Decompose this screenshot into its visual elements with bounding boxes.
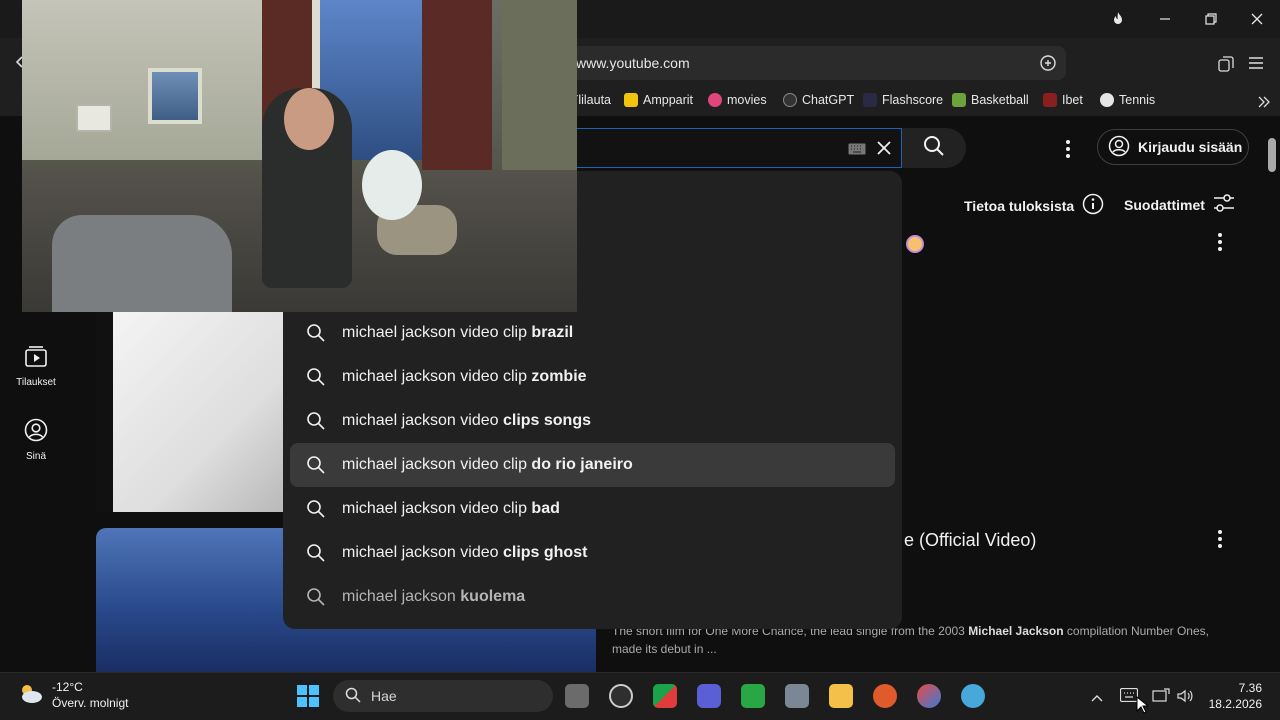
ai-chat-icon[interactable] (1039, 54, 1057, 77)
sidebar-item-subscriptions[interactable]: Tilaukset (8, 344, 64, 388)
flame-icon[interactable] (1104, 6, 1132, 32)
search-icon (290, 411, 342, 431)
suggestion-text: michael jackson video clips songs (342, 412, 591, 429)
search-icon (290, 499, 342, 519)
suggestion-text: michael jackson video clip zombie (342, 368, 587, 385)
tab-collections-icon[interactable] (1217, 55, 1235, 78)
flashscore-icon (863, 93, 877, 107)
microwave (76, 104, 112, 132)
heart-icon (708, 93, 722, 107)
plush-toy (362, 150, 422, 220)
start-button[interactable] (296, 684, 320, 713)
search-icon (290, 455, 342, 475)
filters-button[interactable]: Suodattimet (1124, 193, 1235, 216)
weather-desc: Överv. molnigt (52, 696, 129, 710)
media-player-icon[interactable] (697, 684, 721, 708)
search-suggestion[interactable]: michael jackson kuolema (290, 575, 895, 619)
signin-label: Kirjaudu sisään (1138, 139, 1243, 155)
basketball-icon (952, 93, 966, 107)
network-icon[interactable] (1152, 688, 1170, 709)
page-scrollbar[interactable] (1264, 118, 1280, 672)
suggestion-text: michael jackson kuolema (342, 588, 526, 605)
app-icon-green-red[interactable] (653, 684, 677, 708)
bookmark-basketball[interactable]: Basketball (952, 93, 1029, 107)
clock[interactable]: 7.36 18.2.2026 (1200, 680, 1262, 712)
search-icon (345, 687, 361, 706)
suggestion-text: michael jackson video clip brazil (342, 324, 574, 341)
signin-button[interactable]: Kirjaudu sisään (1097, 129, 1249, 165)
search-icon (290, 587, 342, 607)
suggestion-text: michael jackson video clip do rio janeir… (342, 456, 633, 473)
info-icon (1082, 193, 1104, 218)
clear-search-icon[interactable] (876, 140, 892, 161)
file-explorer-icon[interactable] (829, 684, 853, 708)
bookmark-tennis[interactable]: Tennis (1100, 93, 1155, 107)
search-suggestion[interactable]: michael jackson video clip bad (290, 487, 895, 531)
cloud-sun-icon (16, 681, 44, 710)
bookmark-chatgpt[interactable]: ChatGPT (783, 93, 854, 107)
task-view-icon[interactable] (565, 684, 589, 708)
taskbar (0, 672, 1280, 720)
close-window-button[interactable] (1243, 6, 1271, 32)
taskbar-search[interactable]: Hae (333, 680, 553, 712)
mouse-cursor-icon (1136, 695, 1150, 719)
menu-icon[interactable] (1248, 56, 1264, 75)
window (148, 68, 202, 124)
bookmark-ibet[interactable]: Ibet (1043, 93, 1083, 107)
search-suggestion[interactable]: michael jackson video clip do rio janeir… (290, 443, 895, 487)
search-icon (923, 135, 945, 162)
search-suggestion[interactable]: michael jackson video clip brazil (290, 311, 895, 355)
obs-icon[interactable] (609, 684, 633, 708)
search-input[interactable] (560, 128, 902, 168)
ibet-icon (1043, 93, 1057, 107)
search-suggestion[interactable]: michael jackson video clips ghost (290, 531, 895, 575)
results-info-button[interactable]: Tietoa tuloksista (964, 193, 1104, 218)
weather-temp: -12°C (52, 680, 83, 694)
scrollbar-thumb[interactable] (1268, 138, 1276, 172)
weather-widget[interactable]: -12°C Överv. molnigt (16, 679, 128, 711)
sidebar-item-you[interactable]: Sinä (8, 418, 64, 462)
search-icon (290, 323, 342, 343)
restore-button[interactable] (1197, 6, 1225, 32)
tennis-icon (1100, 93, 1114, 107)
subscriptions-icon (24, 344, 48, 371)
more-bookmarks-icon[interactable] (1257, 95, 1271, 114)
search-icon (290, 367, 342, 387)
volume-icon[interactable] (1176, 688, 1194, 709)
settings-kebab-icon[interactable] (1065, 140, 1071, 158)
tray-chevron-icon[interactable] (1090, 690, 1104, 708)
user-icon (24, 418, 48, 445)
date: 18.2.2026 (1208, 697, 1262, 711)
video-menu-icon[interactable] (1217, 233, 1223, 251)
minimize-button[interactable] (1151, 6, 1179, 32)
search-suggestion[interactable]: michael jackson video clip zombie (290, 355, 895, 399)
ampparit-icon (624, 93, 638, 107)
keyboard-icon[interactable] (848, 142, 866, 160)
browser-icon[interactable] (873, 684, 897, 708)
account-icon (1108, 135, 1130, 160)
url-text[interactable]: www.youtube.com (576, 55, 690, 71)
search-button[interactable] (902, 128, 966, 168)
calculator-icon[interactable] (785, 684, 809, 708)
bookmark-movies[interactable]: movies (708, 93, 767, 107)
video-menu-icon-2[interactable] (1217, 530, 1223, 548)
video-title[interactable]: e (Official Video) (904, 530, 1036, 551)
time: 7.36 (1238, 681, 1262, 695)
search-icon (290, 543, 342, 563)
app-icon-green[interactable] (741, 684, 765, 708)
search-suggestion[interactable]: michael jackson video clips songs (290, 399, 895, 443)
screen: www.youtube.com Ylilauta Ampparit movies… (0, 0, 1280, 720)
webcam-overlay (22, 0, 577, 312)
emoji-icon (906, 235, 924, 253)
bookmark-ampparit[interactable]: Ampparit (624, 93, 693, 107)
chatgpt-icon (783, 93, 797, 107)
app-icon-swirl[interactable] (917, 684, 941, 708)
sliders-icon (1213, 193, 1235, 216)
suggestion-text: michael jackson video clip bad (342, 500, 560, 517)
paint-icon[interactable] (961, 684, 985, 708)
suggestion-text: michael jackson video clips ghost (342, 544, 588, 561)
bookmark-flashscore[interactable]: Flashscore (863, 93, 943, 107)
taskbar-search-placeholder: Hae (371, 688, 397, 704)
